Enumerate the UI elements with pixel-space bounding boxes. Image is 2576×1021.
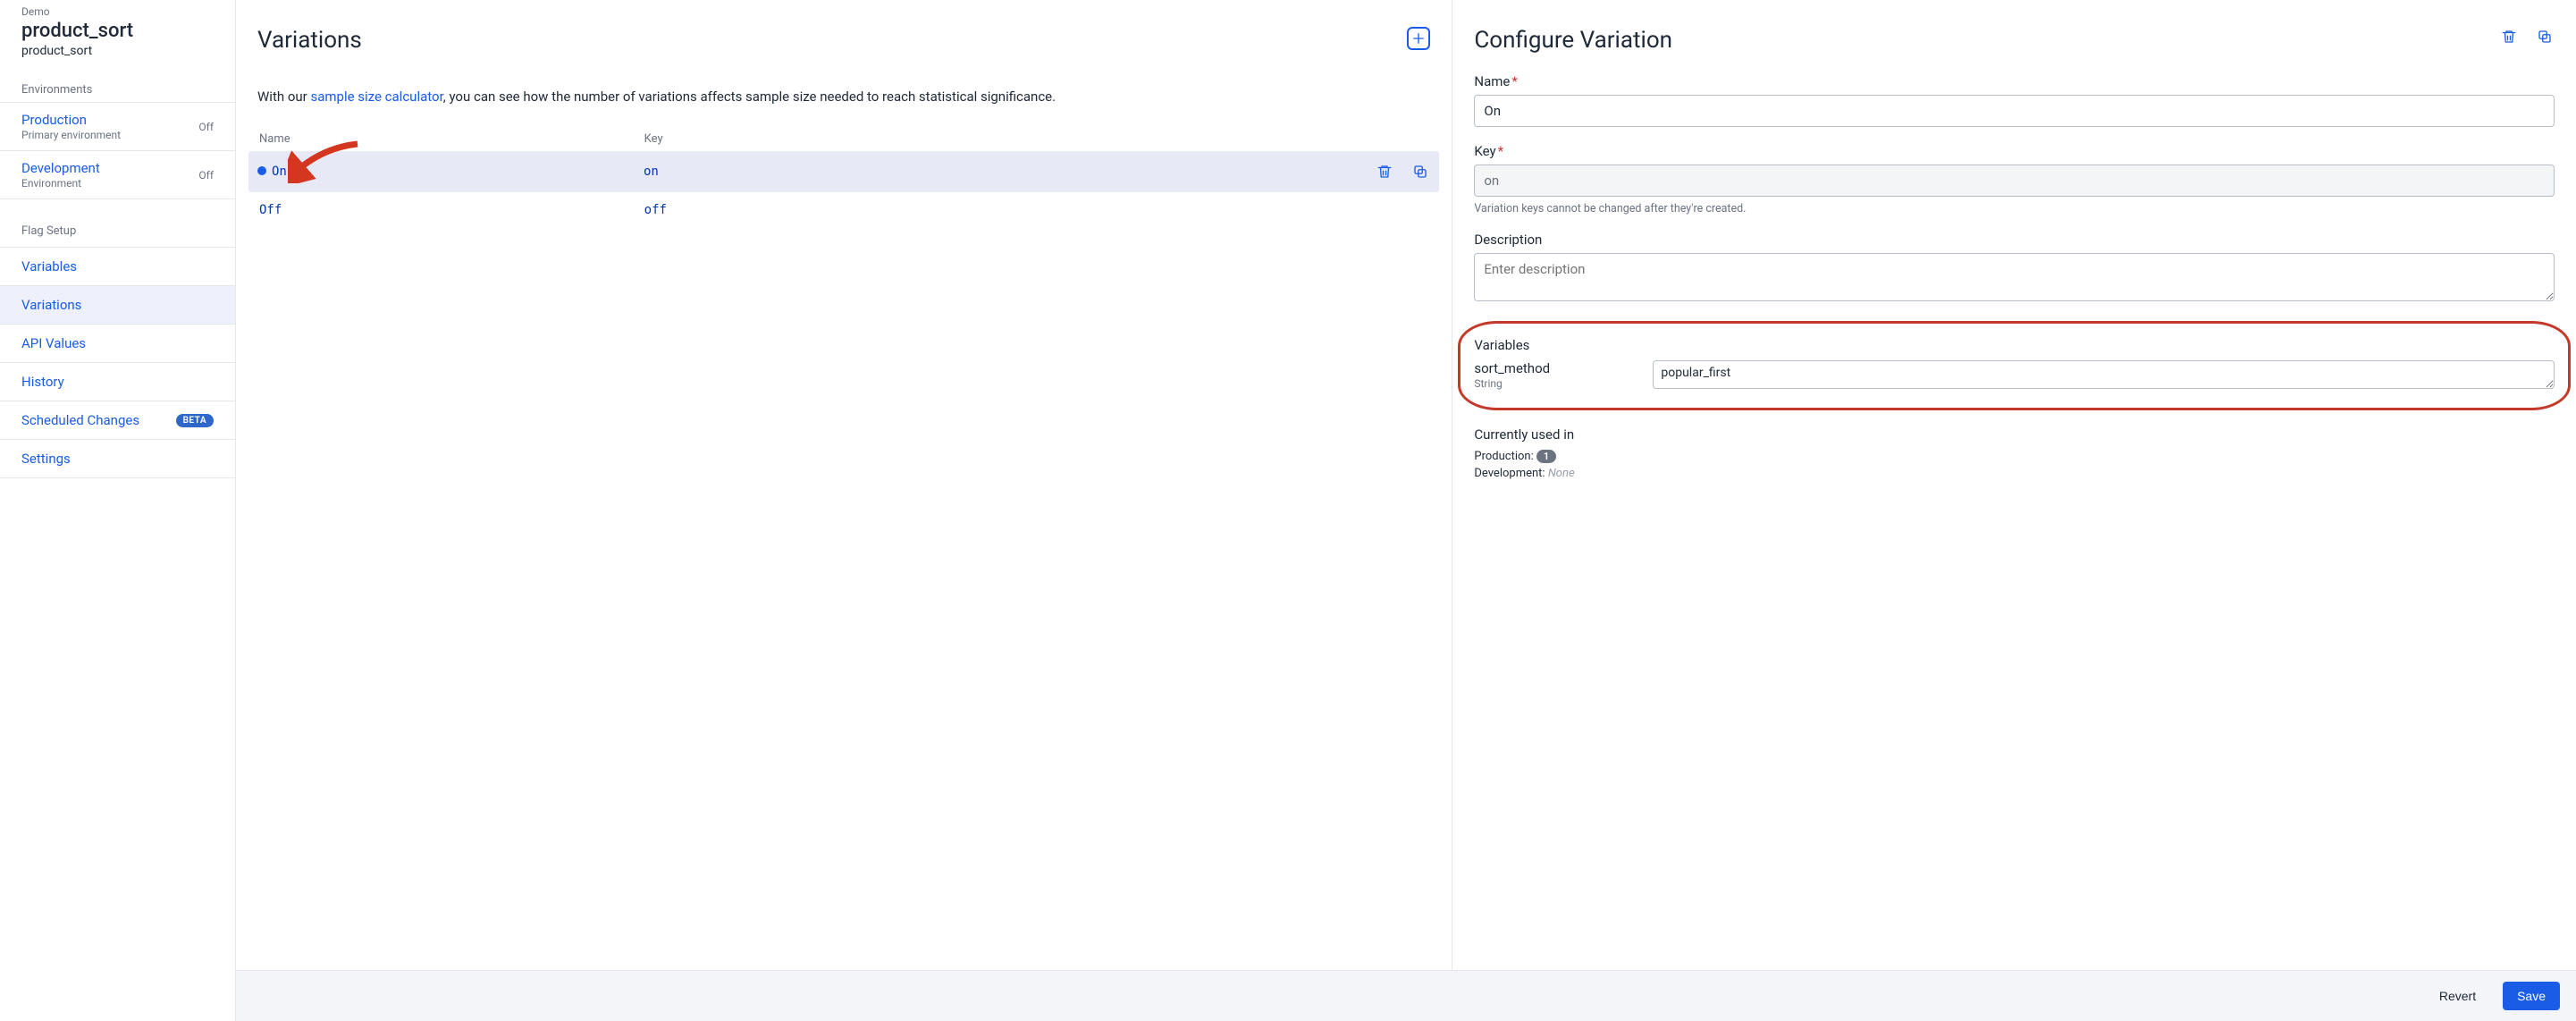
col-key-header: Key xyxy=(644,132,1065,146)
nav-scheduled-changes[interactable]: Scheduled Changes BETA xyxy=(0,401,235,440)
plus-icon xyxy=(1410,30,1427,46)
environment-development[interactable]: Development Environment Off xyxy=(0,151,235,199)
nav-variables[interactable]: Variables xyxy=(0,247,235,286)
variable-value-input[interactable] xyxy=(1653,360,2555,389)
environment-name: Production xyxy=(21,112,121,128)
variation-row-on[interactable]: On on xyxy=(248,151,1439,192)
main: Variations With our sample size calculat… xyxy=(236,0,2576,1021)
name-input[interactable] xyxy=(1474,95,2555,127)
key-label: Key* xyxy=(1474,143,2555,159)
environment-sub: Environment xyxy=(21,177,100,190)
beta-badge: BETA xyxy=(176,414,214,427)
page-subtitle: product_sort xyxy=(21,44,214,58)
nav-variations[interactable]: Variations xyxy=(0,286,235,325)
footer: Revert Save xyxy=(236,970,2576,1021)
add-variation-button[interactable] xyxy=(1407,27,1430,50)
variable-type: String xyxy=(1474,377,1635,390)
nav-api-values[interactable]: API Values xyxy=(0,325,235,363)
page-title: product_sort xyxy=(21,20,214,42)
flag-setup-nav: Variables Variations API Values History … xyxy=(0,247,235,478)
nav-history[interactable]: History xyxy=(0,363,235,401)
production-count-badge: 1 xyxy=(1536,450,1556,463)
variation-key: on xyxy=(644,165,1065,179)
variation-name: Off xyxy=(259,203,634,217)
configure-panel: Configure Variation Name* Key* Variation… xyxy=(1452,0,2576,1021)
section-environments-label: Environments xyxy=(0,83,235,97)
environment-status: Off xyxy=(198,169,214,181)
sidebar: Demo product_sort product_sort Environme… xyxy=(0,0,236,1021)
used-development: Development: None xyxy=(1474,467,2555,480)
selected-dot-icon xyxy=(257,166,266,175)
variations-description: With our sample size calculator, you can… xyxy=(257,87,1430,107)
description-label: Description xyxy=(1474,232,2555,248)
nav-settings[interactable]: Settings xyxy=(0,440,235,478)
section-flag-setup-label: Flag Setup xyxy=(0,224,235,238)
variable-name: sort_method xyxy=(1474,360,1635,376)
save-button[interactable]: Save xyxy=(2503,982,2560,1010)
trash-icon xyxy=(1376,164,1393,180)
variations-table: Name Key On on xyxy=(257,127,1430,228)
name-label: Name* xyxy=(1474,73,2555,89)
variables-section: Variables sort_method String xyxy=(1458,321,2571,410)
used-production: Production: 1 xyxy=(1474,450,2555,463)
variation-name: On xyxy=(272,165,287,179)
col-name-header: Name xyxy=(259,132,634,146)
environment-status: Off xyxy=(198,121,214,133)
variations-table-header: Name Key xyxy=(257,127,1430,151)
environment-name: Development xyxy=(21,160,100,176)
revert-button[interactable]: Revert xyxy=(2425,982,2490,1010)
copy-icon xyxy=(1412,164,1428,180)
description-input[interactable] xyxy=(1474,253,2555,301)
key-input xyxy=(1474,165,2555,197)
environment-sub: Primary environment xyxy=(21,129,121,141)
variations-title: Variations xyxy=(257,27,362,54)
sample-size-calculator-link[interactable]: sample size calculator xyxy=(310,89,442,105)
trash-icon xyxy=(2501,29,2517,45)
breadcrumb: Demo product_sort product_sort xyxy=(0,5,235,58)
duplicate-button[interactable] xyxy=(2535,27,2555,46)
configure-title: Configure Variation xyxy=(1474,27,1672,54)
variation-row-off[interactable]: Off off xyxy=(257,192,1430,228)
variables-label: Variables xyxy=(1474,337,2555,353)
breadcrumb-project: Demo xyxy=(21,5,214,18)
delete-variation-button[interactable] xyxy=(1375,162,1394,181)
variation-key: off xyxy=(644,203,1065,217)
delete-button[interactable] xyxy=(2499,27,2519,46)
key-hint: Variation keys cannot be changed after t… xyxy=(1474,202,2555,215)
used-in-label: Currently used in xyxy=(1474,426,2555,443)
variations-panel: Variations With our sample size calculat… xyxy=(236,0,1452,1021)
copy-icon xyxy=(2537,29,2553,45)
environment-production[interactable]: Production Primary environment Off xyxy=(0,102,235,151)
duplicate-variation-button[interactable] xyxy=(1410,162,1430,181)
